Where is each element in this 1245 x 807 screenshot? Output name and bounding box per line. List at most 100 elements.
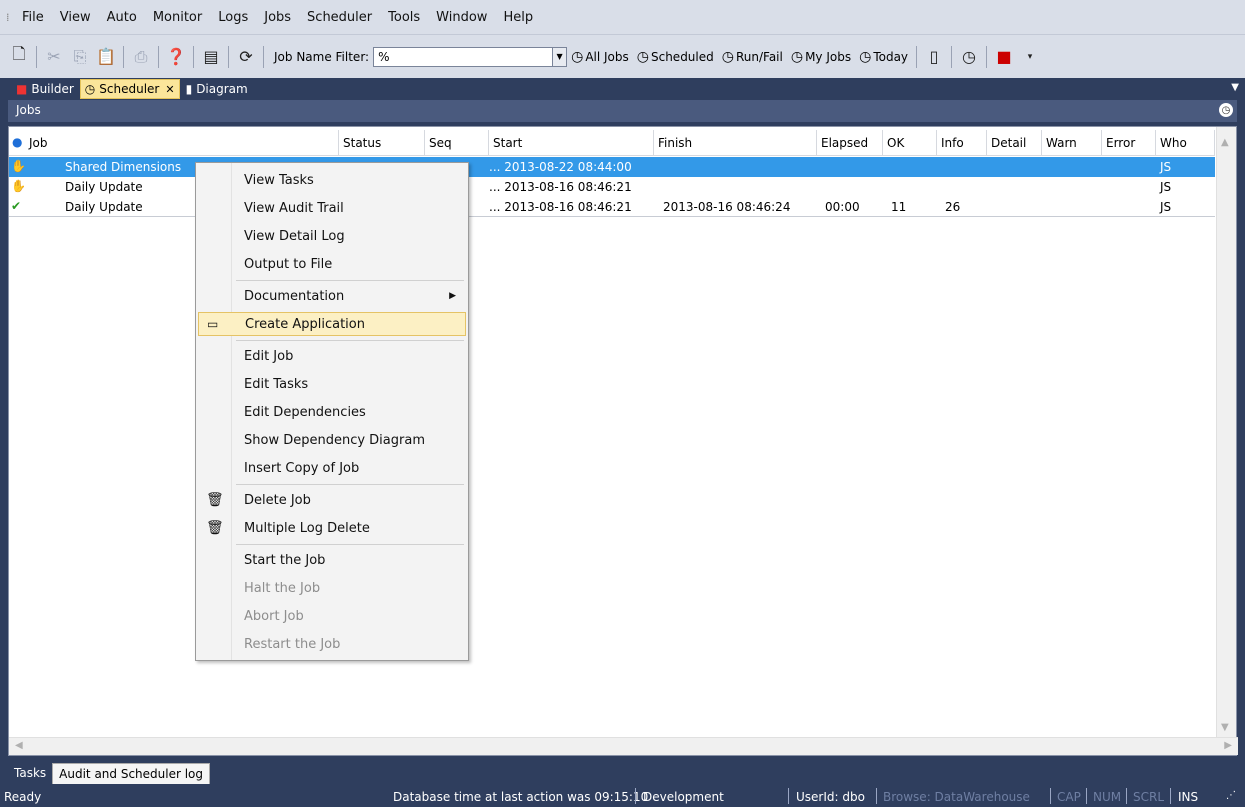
menu-window[interactable]: Window <box>428 10 495 25</box>
refresh-icon[interactable]: ⟳ <box>235 46 257 68</box>
close-icon[interactable]: ✕ <box>165 83 174 96</box>
window-icon: ▭ <box>207 317 219 331</box>
menu-item-delete-job[interactable]: 🗑 Delete Job <box>198 488 466 512</box>
menu-item-multiple-log-delete[interactable]: 🗑 Multiple Log Delete <box>198 516 466 540</box>
all-jobs-button[interactable]: ◷ All Jobs <box>571 49 629 65</box>
menu-monitor[interactable]: Monitor <box>145 10 210 25</box>
hand-icon: ✋ <box>11 159 26 173</box>
clipboard-icon[interactable]: ▤ <box>200 46 222 68</box>
scroll-right-icon[interactable]: ▶ <box>1224 740 1232 751</box>
menu-item-insert-copy-of-job[interactable]: Insert Copy of Job <box>198 456 466 480</box>
clock-icon[interactable]: ◷ <box>958 46 980 68</box>
menu-item-output-to-file[interactable]: Output to File <box>198 252 466 276</box>
print-icon[interactable]: ⎙ <box>130 46 152 68</box>
menu-tools[interactable]: Tools <box>380 10 428 25</box>
cell-finish: 2013-08-16 08:46:24 <box>663 200 791 214</box>
horizontal-scrollbar[interactable]: ◀ ▶ <box>9 737 1238 755</box>
run-fail-label: Run/Fail <box>735 49 783 64</box>
menu-item-label: Delete Job <box>244 492 311 508</box>
menu-item-view-detail-log[interactable]: View Detail Log <box>198 224 466 248</box>
column-header-job[interactable]: ● Job <box>9 130 339 156</box>
menu-item-restart-the-job[interactable]: Restart the Job <box>198 632 466 656</box>
document-icon[interactable]: ▯ <box>923 46 945 68</box>
column-header-info[interactable]: Info <box>937 130 987 156</box>
menu-view[interactable]: View <box>52 10 99 25</box>
column-header-detail[interactable]: Detail <box>987 130 1042 156</box>
toolbar-overflow-icon[interactable]: ▾ <box>1019 46 1041 68</box>
cell-start: ... 2013-08-16 08:46:21 <box>489 200 632 214</box>
all-jobs-label: All Jobs <box>585 49 629 64</box>
column-header-who[interactable]: Who <box>1156 130 1215 156</box>
menu-jobs[interactable]: Jobs <box>256 10 299 25</box>
tab-diagram-label: Diagram <box>196 82 248 96</box>
scheduled-icon: ◷ <box>636 48 649 65</box>
scroll-up-icon[interactable]: ▲ <box>1221 137 1229 148</box>
menu-item-halt-the-job[interactable]: Halt the Job <box>198 576 466 600</box>
today-button[interactable]: ◷ Today <box>859 49 908 65</box>
menu-logs[interactable]: Logs <box>210 10 256 25</box>
column-header-seq[interactable]: Seq <box>425 130 489 156</box>
builder-icon[interactable]: ■ <box>993 46 1015 68</box>
scroll-down-icon[interactable]: ▼ <box>1221 722 1229 733</box>
menu-scheduler[interactable]: Scheduler <box>299 10 380 25</box>
job-name-filter-input[interactable] <box>373 46 554 67</box>
menu-item-create-application[interactable]: ▭ Create Application <box>198 312 466 336</box>
toolbar-separator <box>193 45 194 68</box>
tab-diagram[interactable]: ▮ Diagram <box>182 80 252 98</box>
status-db-time: Database time at last action was 09:15:1… <box>393 790 649 804</box>
menu-item-edit-tasks[interactable]: Edit Tasks <box>198 372 466 396</box>
column-header-start[interactable]: Start <box>489 130 654 156</box>
menu-item-label: Restart the Job <box>244 636 341 652</box>
chevron-down-icon[interactable]: ▼ <box>553 46 568 67</box>
menu-item-label: Abort Job <box>244 608 304 624</box>
clock-icon[interactable]: ◷ <box>1219 103 1233 117</box>
tab-scheduler[interactable]: ◷ Scheduler ✕ <box>79 79 180 99</box>
scheduled-button[interactable]: ◷ Scheduled <box>637 49 714 65</box>
copy-icon[interactable]: ⎘ <box>69 46 91 68</box>
toolbar-separator <box>986 45 988 68</box>
column-header-finish[interactable]: Finish <box>654 130 817 156</box>
run-fail-button[interactable]: ◷ Run/Fail <box>722 49 783 65</box>
tab-builder[interactable]: ■ Builder <box>12 80 78 98</box>
menu-item-edit-job[interactable]: Edit Job <box>198 344 466 368</box>
cell-elapsed: 00:00 <box>825 200 860 214</box>
paste-icon[interactable]: 📋 <box>95 46 117 68</box>
help-icon[interactable]: ❓ <box>165 46 187 68</box>
scheduled-label: Scheduled <box>650 49 714 64</box>
menu-separator <box>236 484 464 485</box>
menu-item-show-dependency-diagram[interactable]: Show Dependency Diagram <box>198 428 466 452</box>
menu-auto[interactable]: Auto <box>99 10 145 25</box>
resize-grip-icon[interactable]: ⋰ <box>1226 790 1236 801</box>
document-tabs: ■ Builder ◷ Scheduler ✕ ▮ Diagram ▼ <box>0 78 1245 100</box>
menu-help[interactable]: Help <box>495 10 541 25</box>
menu-item-start-the-job[interactable]: Start the Job <box>198 548 466 572</box>
column-header-elapsed[interactable]: Elapsed <box>817 130 883 156</box>
table-row[interactable]: ✋ Daily Update ... 2013-08-16 08:46:21 J… <box>9 177 1215 197</box>
table-row[interactable]: ✋ Shared Dimensions ... 2013-08-22 08:44… <box>9 157 1215 177</box>
menu-item-label: Insert Copy of Job <box>244 460 360 476</box>
menu-item-view-tasks[interactable]: View Tasks <box>198 168 466 192</box>
column-header-error[interactable]: Error <box>1102 130 1156 156</box>
column-header-ok[interactable]: OK <box>883 130 937 156</box>
cut-icon[interactable]: ✂ <box>43 46 65 68</box>
menu-item-label: Edit Dependencies <box>244 404 366 420</box>
tabs-dropdown-icon[interactable]: ▼ <box>1231 82 1239 93</box>
scroll-left-icon[interactable]: ◀ <box>15 740 23 751</box>
new-icon[interactable]: 🗋 <box>8 44 30 68</box>
tab-tasks[interactable]: Tasks <box>8 763 52 783</box>
menu-item-abort-job[interactable]: Abort Job <box>198 604 466 628</box>
menu-file[interactable]: File <box>14 10 52 25</box>
column-header-status[interactable]: Status <box>339 130 425 156</box>
menu-item-edit-dependencies[interactable]: Edit Dependencies <box>198 400 466 424</box>
menu-item-view-audit-trail[interactable]: View Audit Trail <box>198 196 466 220</box>
column-header-warn[interactable]: Warn <box>1042 130 1102 156</box>
tab-audit-and-scheduler-log[interactable]: Audit and Scheduler log <box>52 762 211 784</box>
status-environment: Development <box>643 790 724 804</box>
menu-item-documentation[interactable]: Documentation ▶ <box>198 284 466 308</box>
menu-separator <box>236 544 464 545</box>
menu-separator <box>236 340 464 341</box>
table-row[interactable]: ✔ Daily Update ... 2013-08-16 08:46:21 2… <box>9 197 1215 217</box>
vertical-scrollbar[interactable]: ▲ ▼ <box>1216 127 1236 737</box>
job-name-filter-combo[interactable]: ▼ <box>373 46 568 67</box>
my-jobs-button[interactable]: ◷ My Jobs <box>791 49 851 65</box>
